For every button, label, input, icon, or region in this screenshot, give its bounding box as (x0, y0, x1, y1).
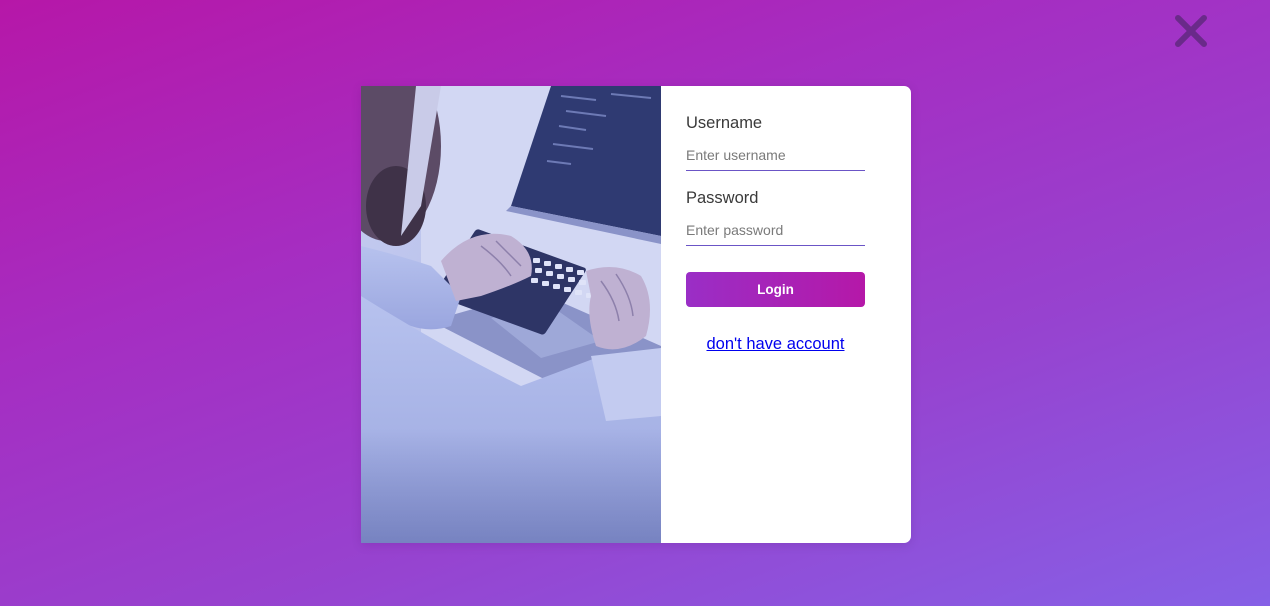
password-label: Password (686, 189, 759, 207)
password-input[interactable] (686, 222, 865, 246)
signup-link[interactable]: don't have account (686, 335, 865, 354)
username-label: Username (686, 114, 763, 132)
person-typing-on-laptop-image (361, 86, 661, 543)
login-button[interactable]: Login (686, 272, 865, 307)
login-modal: Username Password Login don't have accou… (361, 86, 911, 543)
close-button[interactable] (1172, 12, 1210, 50)
laptop-photo (361, 86, 661, 543)
close-icon (1175, 15, 1207, 47)
login-form: Username Password Login don't have accou… (661, 86, 911, 543)
username-input[interactable] (686, 147, 865, 171)
